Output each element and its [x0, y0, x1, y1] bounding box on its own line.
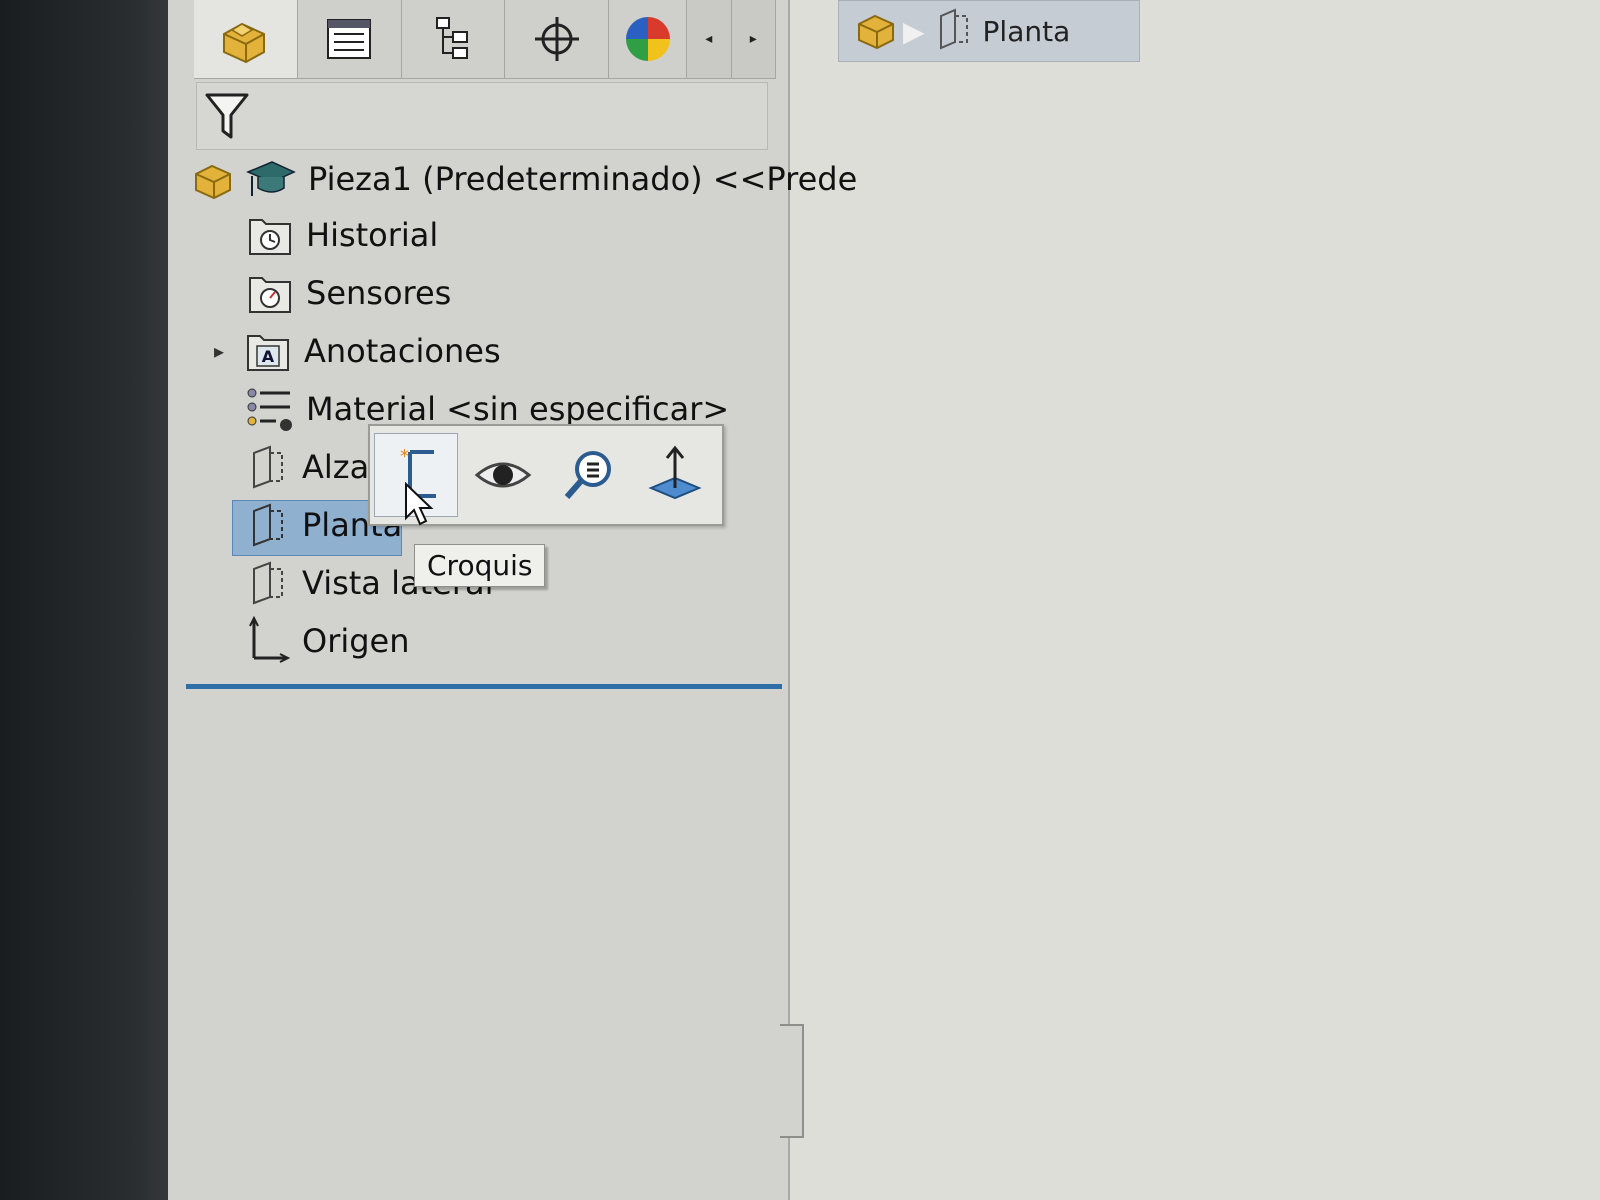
tree-item-origen[interactable]: Origen	[246, 614, 410, 668]
filter-icon	[205, 93, 249, 139]
chevron-right-icon: ▸	[749, 31, 757, 47]
tab-dimxpert[interactable]	[505, 0, 609, 78]
show-button[interactable]	[462, 434, 544, 516]
chevron-left-icon: ◂	[705, 31, 713, 47]
eye-icon	[474, 462, 532, 488]
tree-item-label: Historial	[306, 216, 439, 254]
origin-icon	[249, 616, 290, 663]
tooltip: Croquis	[414, 544, 546, 587]
tab-scroll-right-button[interactable]: ▸	[732, 0, 776, 78]
plane-icon	[253, 561, 283, 605]
zoom-to-selection-button[interactable]	[548, 434, 630, 516]
breadcrumb-label: Planta	[982, 14, 1071, 48]
zoom-to-selection-icon	[564, 451, 611, 499]
property-list-icon	[327, 19, 372, 59]
sensor-folder-icon	[249, 277, 291, 313]
normal-to-icon	[648, 445, 702, 500]
chevron-right-icon: ▶	[903, 14, 925, 48]
plane-icon	[253, 503, 283, 547]
material-icon	[247, 388, 292, 431]
tab-display[interactable]	[609, 0, 688, 78]
tree-end-separator	[186, 684, 782, 689]
tree-filter-bar[interactable]	[196, 82, 768, 150]
tree-item-label: Sensores	[306, 274, 452, 312]
feature-manager-panel: ◂ ▸ Pieza1 (Predeterminado) <<Prede Hist…	[168, 0, 857, 1200]
annotations-folder-icon: A	[247, 335, 289, 371]
expand-arrow-icon[interactable]: ▸	[214, 339, 244, 363]
mouse-pointer-icon	[404, 481, 434, 532]
plane-icon	[253, 445, 283, 489]
svg-text:*: *	[400, 446, 409, 467]
tree-item-label: Origen	[302, 622, 410, 660]
monitor-bezel	[0, 0, 185, 1200]
normal-to-button[interactable]	[634, 434, 716, 516]
graduation-cap-icon	[246, 161, 296, 196]
svg-text:A: A	[262, 347, 275, 366]
tab-featuremanager[interactable]	[194, 0, 298, 78]
tab-propertymanager[interactable]	[297, 0, 402, 78]
part-icon	[853, 6, 899, 56]
tree-root-item[interactable]: Pieza1 (Predeterminado) <<Prede	[190, 152, 857, 206]
tree-item-label: Material <sin especificar>	[306, 390, 730, 428]
plane-icon	[933, 6, 973, 56]
panel-resize-handle[interactable]	[780, 1024, 804, 1138]
tree-root-label: Pieza1 (Predeterminado) <<Prede	[308, 160, 858, 198]
graphics-area[interactable]	[790, 0, 1600, 1200]
history-folder-icon	[249, 219, 291, 255]
tab-scroll-left-button[interactable]: ◂	[687, 0, 732, 78]
manager-tabs: ◂ ▸	[194, 0, 776, 79]
tree-item-label: Anotaciones	[304, 332, 501, 370]
part-icon	[223, 22, 266, 64]
breadcrumb[interactable]: ▶ Planta	[838, 0, 1140, 62]
tree-item-historial[interactable]: Historial	[246, 208, 438, 262]
tree-item-sensores[interactable]: Sensores	[246, 266, 451, 320]
part-icon	[195, 164, 231, 200]
target-icon	[534, 17, 579, 61]
configuration-icon	[435, 17, 468, 59]
tab-configurationmanager[interactable]	[401, 0, 506, 78]
tree-item-anotaciones[interactable]: ▸ A Anotaciones	[214, 324, 501, 378]
appearance-icon	[625, 17, 670, 61]
